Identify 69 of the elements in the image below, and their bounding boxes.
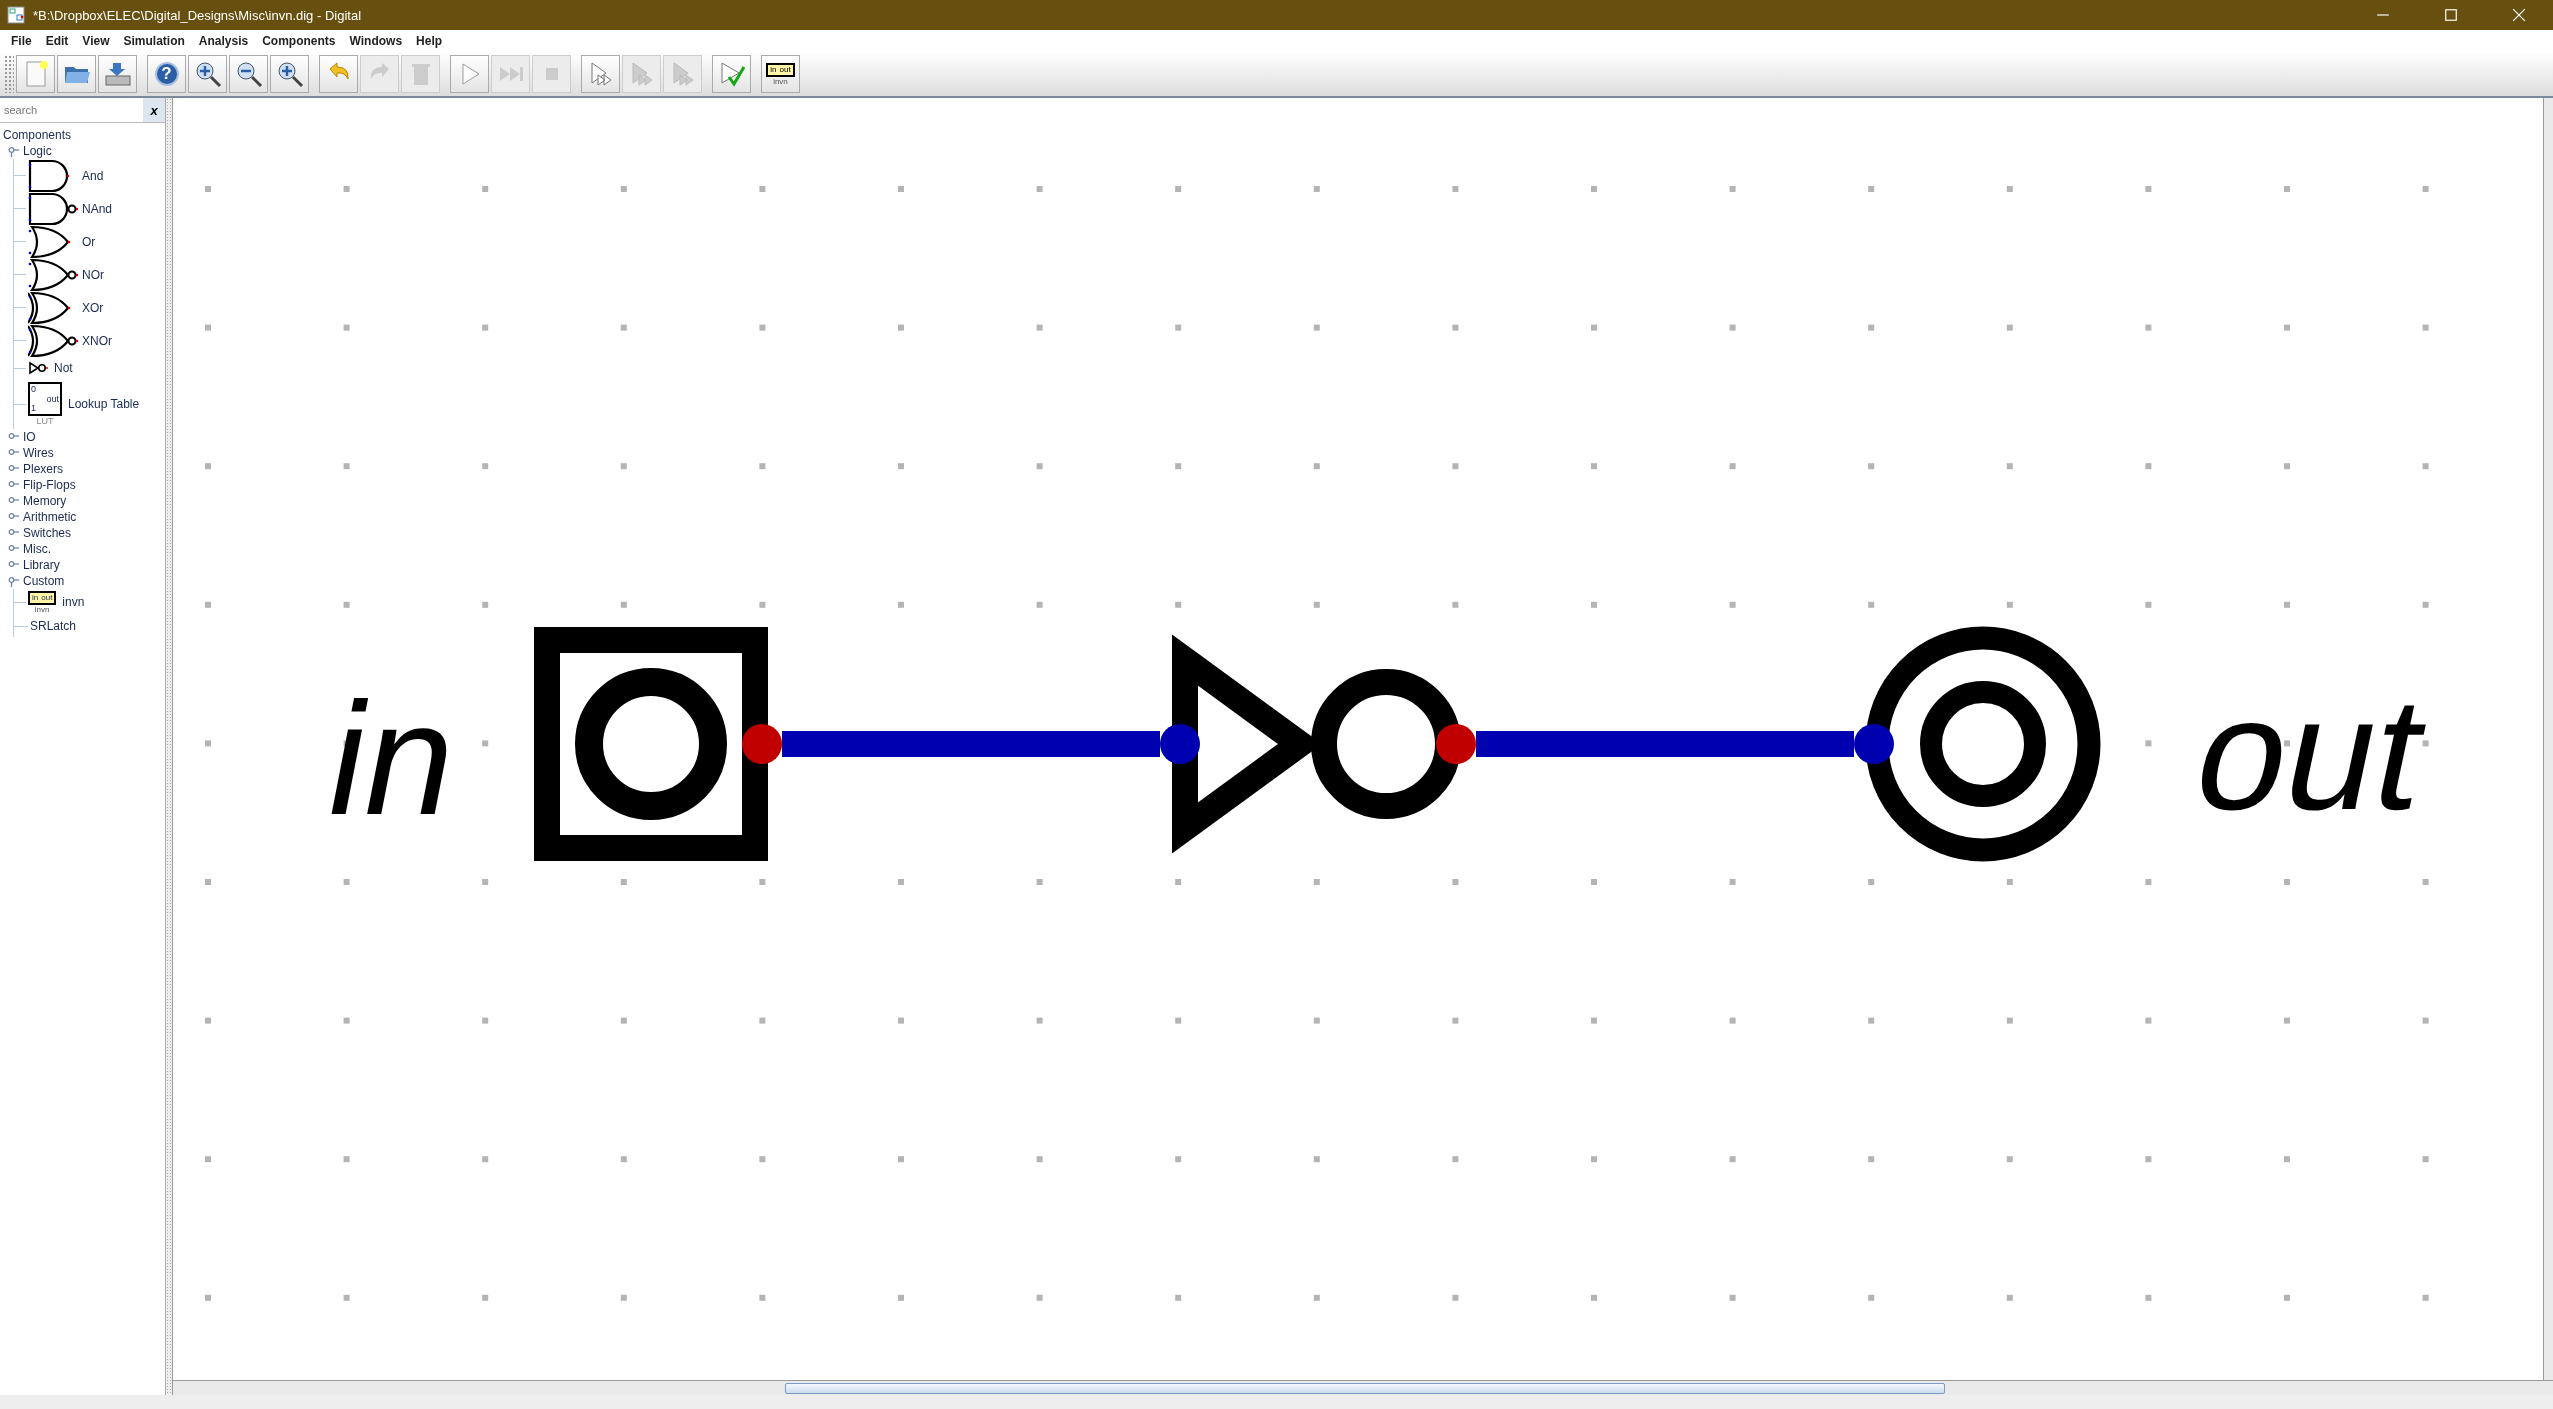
tree-category[interactable]: Custom xyxy=(23,573,65,589)
circuit-canvas[interactable]: in out xyxy=(173,98,2543,1381)
component-item[interactable]: XOr xyxy=(82,300,104,315)
and-gate-icon xyxy=(28,191,78,226)
custom-button[interactable]: in out invn xyxy=(761,55,800,93)
component-item[interactable]: invn xyxy=(62,595,85,609)
not-gate-symbol[interactable] xyxy=(1172,634,1461,854)
tree-category[interactable]: Logic xyxy=(23,143,52,159)
maximize-icon[interactable] xyxy=(2444,8,2458,22)
open-button[interactable] xyxy=(57,55,96,93)
icon-caption: invn xyxy=(34,604,50,614)
menu-item[interactable]: Simulation xyxy=(116,34,192,48)
component-item[interactable]: Not xyxy=(54,361,73,375)
menu-item[interactable]: File xyxy=(4,34,39,48)
horizontal-scrollbar[interactable] xyxy=(173,1380,2553,1395)
expander-icon[interactable] xyxy=(8,575,20,587)
or-gate-icon xyxy=(28,323,78,358)
circuit-icon: in out xyxy=(28,590,57,605)
undo-button[interactable] xyxy=(319,55,358,93)
tree-category[interactable]: Flip-Flops xyxy=(23,477,76,493)
toolbar-grip[interactable] xyxy=(4,55,14,93)
tree-root[interactable]: Components xyxy=(3,127,165,143)
input-symbol[interactable] xyxy=(534,627,768,861)
zoom-fit-button[interactable] xyxy=(270,55,309,93)
component-item[interactable]: Lookup Table xyxy=(68,397,140,411)
output-label: out xyxy=(2180,664,2442,843)
icon-caption: LUT xyxy=(36,416,54,426)
zoom-in-button[interactable] xyxy=(188,55,227,93)
tree-category[interactable]: Wires xyxy=(23,445,54,461)
expander-icon[interactable] xyxy=(8,145,20,157)
test-button[interactable] xyxy=(712,55,751,93)
component-item[interactable]: NOr xyxy=(82,267,104,282)
menu-item[interactable]: Analysis xyxy=(191,34,256,48)
tree-category[interactable]: Misc. xyxy=(23,541,51,557)
clear-button[interactable]: x xyxy=(143,98,165,122)
menu-item[interactable]: Components xyxy=(255,34,343,48)
menu-item[interactable]: Help xyxy=(409,34,450,48)
help-button[interactable]: ? xyxy=(147,55,186,93)
zoom-out-button[interactable] xyxy=(229,55,268,93)
component-item[interactable]: Or xyxy=(82,234,96,249)
component-item[interactable]: XNOr xyxy=(82,333,112,348)
output-pin xyxy=(742,724,782,764)
tree-category[interactable]: IO xyxy=(23,429,36,445)
output-pin xyxy=(1436,724,1476,764)
input-pin xyxy=(1160,724,1200,764)
input-label: in xyxy=(329,669,454,848)
app-icon xyxy=(7,6,25,24)
not-gate-icon xyxy=(28,361,50,375)
menu-item[interactable]: Windows xyxy=(342,34,410,48)
tree-category[interactable]: Plexers xyxy=(23,461,63,477)
close-icon[interactable] xyxy=(2512,8,2526,22)
menu-item[interactable]: Edit xyxy=(38,34,76,48)
tree-category[interactable]: Memory xyxy=(23,493,67,509)
save-button[interactable] xyxy=(98,55,137,93)
input-pin xyxy=(1854,724,1894,764)
tree-category[interactable]: Switches xyxy=(23,525,72,541)
lookup-table-icon: 0 out 1 xyxy=(28,382,62,416)
component-item[interactable]: And xyxy=(82,168,104,183)
menu-item[interactable]: View xyxy=(75,34,117,48)
micro-button[interactable] xyxy=(581,55,620,93)
tree-category[interactable]: Arithmetic xyxy=(23,509,77,525)
window-title: *B:\Dropbox\ELEC\Digital_Designs\Misc\invn.dig - Digital xyxy=(33,7,362,23)
or-gate-icon xyxy=(28,257,78,292)
component-item[interactable]: SRLatch xyxy=(30,619,77,633)
component-item[interactable]: NAnd xyxy=(82,201,113,216)
tree-category[interactable]: Library xyxy=(23,557,60,573)
vertical-scrollbar[interactable] xyxy=(2543,98,2553,1380)
run-button[interactable] xyxy=(450,55,489,93)
new-button[interactable] xyxy=(16,55,55,93)
